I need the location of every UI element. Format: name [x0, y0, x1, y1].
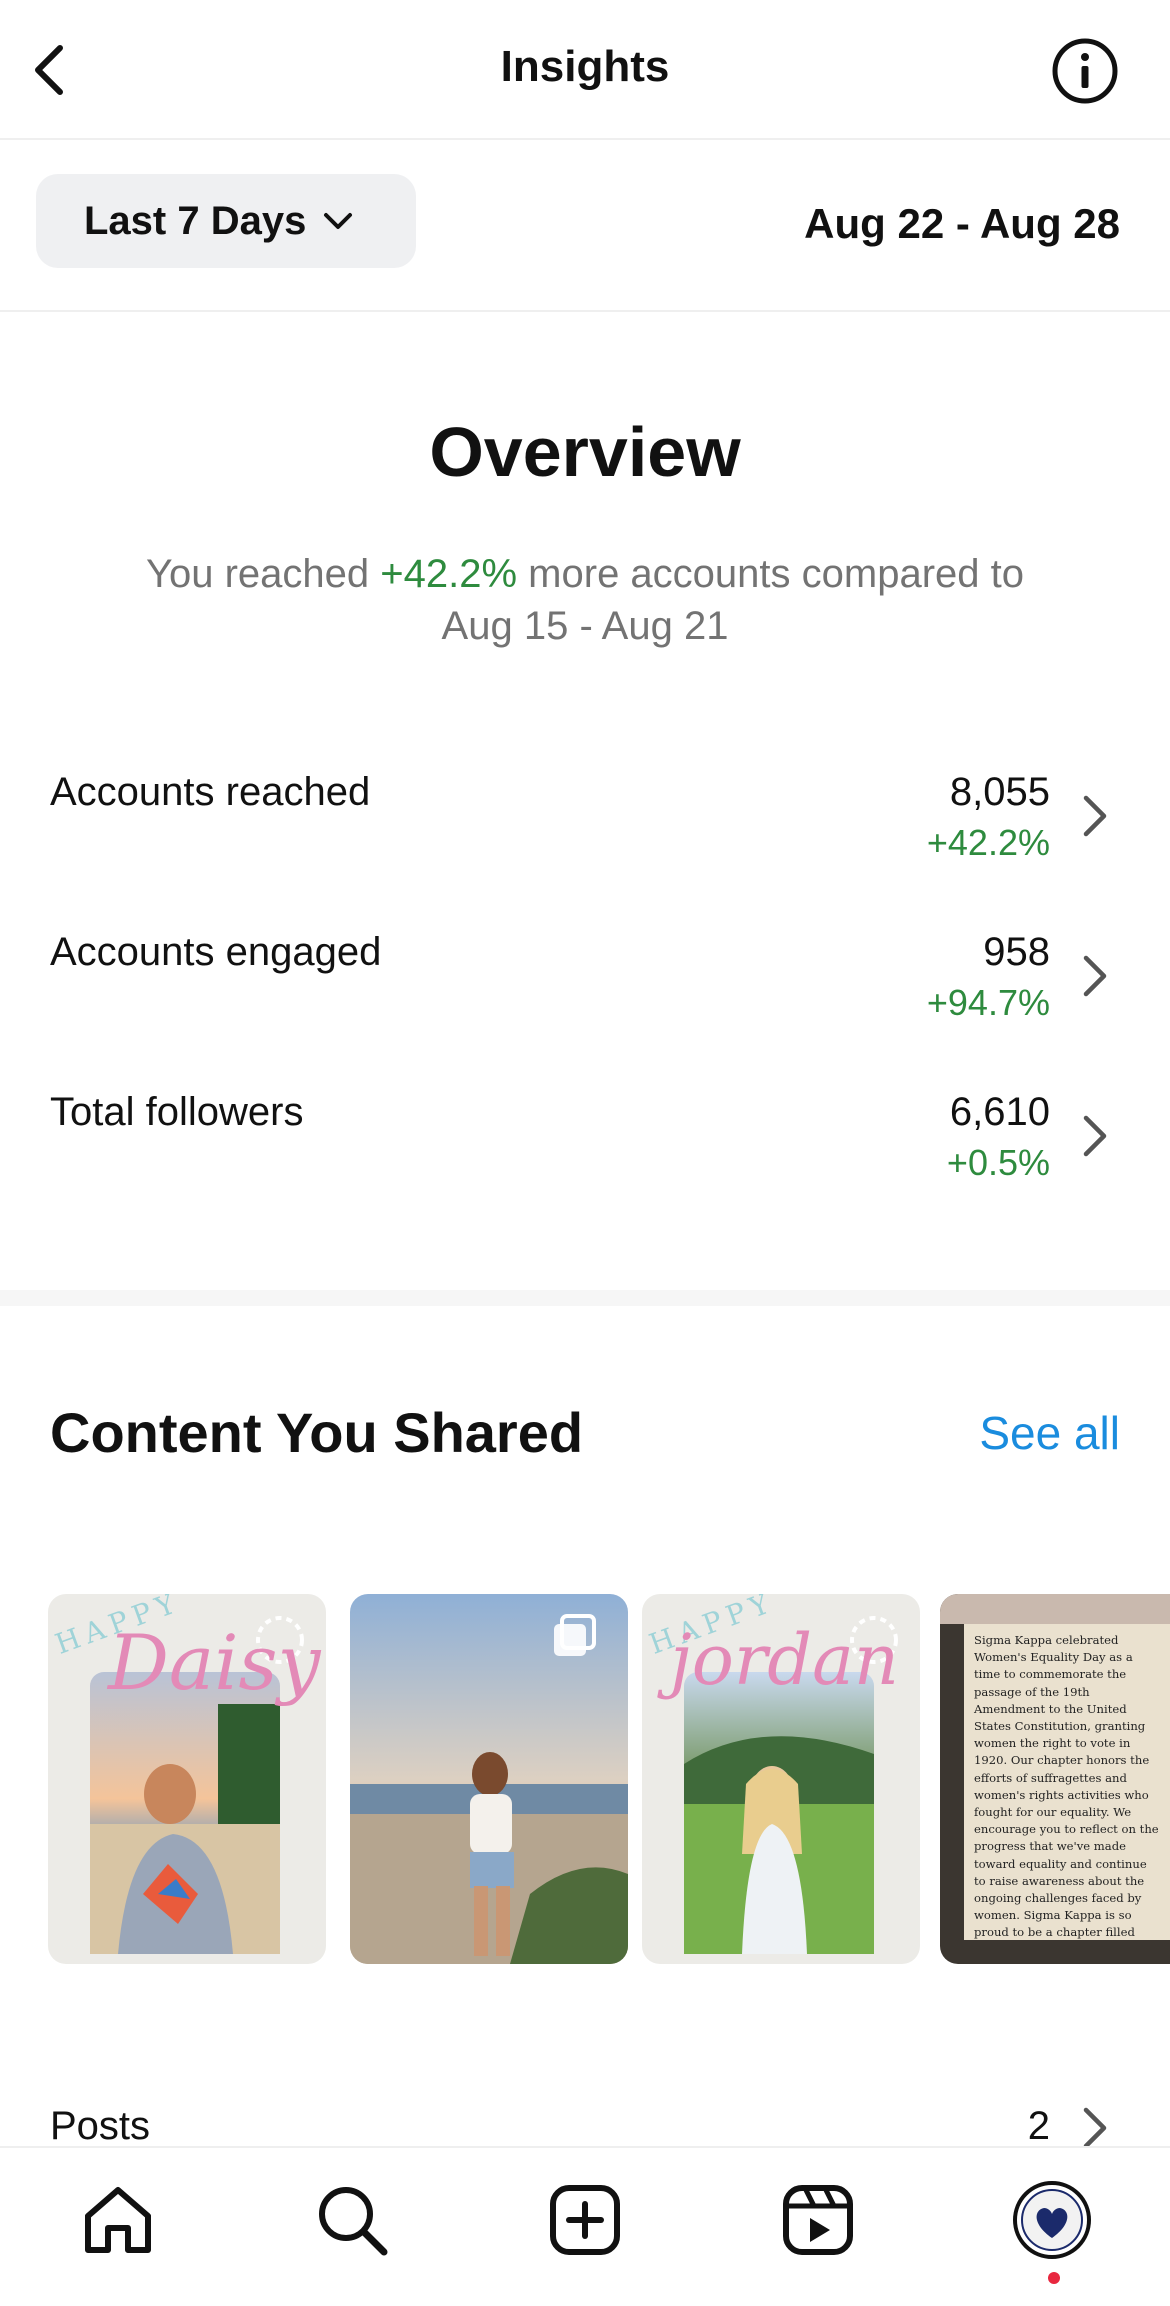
posts-value: 2 — [1027, 2104, 1050, 2148]
section-separator — [0, 1290, 1170, 1306]
content-thumbnail-4[interactable]: Sigma Kappa celebrated Women's Equality … — [940, 1594, 1170, 1964]
chevron-down-icon — [324, 213, 353, 229]
posts-row[interactable] — [0, 2084, 1170, 2146]
chevron-right-icon[interactable] — [1074, 1110, 1114, 1162]
metric-change: +94.7% — [926, 982, 1050, 1023]
overview-title: Overview — [429, 413, 741, 491]
profile-avatar[interactable] — [1012, 2180, 1092, 2260]
metric-label: Accounts engaged — [50, 930, 382, 974]
reels-icon[interactable] — [778, 2180, 858, 2260]
chevron-right-icon[interactable] — [1074, 950, 1114, 1002]
thumbnail-name-daisy: Daisy — [106, 1618, 322, 1707]
content-thumbnail-3[interactable]: HAPPY jordan — [642, 1594, 920, 1964]
info-icon[interactable] — [1050, 36, 1120, 106]
date-range-dropdown-label: Last 7 Days — [84, 198, 307, 243]
beach-post-photo — [350, 1594, 628, 1964]
page-title: Insights — [500, 42, 670, 91]
thumbnail-flag-strip — [940, 1594, 1170, 1624]
content-thumbnail-1[interactable]: HAPPY Daisy — [48, 1594, 326, 1964]
metric-value: 958 — [983, 930, 1050, 974]
daisy-post-illustration: HAPPY Daisy — [51, 1594, 322, 1954]
overview-summary: You reached +42.2% more accounts compare… — [110, 548, 1060, 652]
date-range-text: Aug 22 - Aug 28 — [804, 200, 1120, 247]
notification-dot — [1048, 2272, 1060, 2284]
thumbnail-name-jordan: jordan — [657, 1619, 899, 1701]
content-section-title: Content You Shared — [50, 1401, 584, 1464]
posts-label: Posts — [50, 2104, 151, 2148]
metric-label: Accounts reached — [50, 770, 371, 814]
metric-label: Total followers — [50, 1090, 304, 1134]
content-thumbnail-2[interactable] — [350, 1594, 628, 1964]
metric-change: +0.5% — [946, 1142, 1050, 1183]
metric-value: 8,055 — [949, 770, 1050, 814]
search-icon[interactable] — [312, 2180, 392, 2260]
create-post-icon[interactable] — [545, 2180, 625, 2260]
home-icon[interactable] — [78, 2180, 158, 2260]
overview-summary-change: +42.2% — [380, 552, 518, 596]
overview-summary-suffix: more accounts compared to Aug 15 - Aug 2… — [441, 552, 1024, 648]
metric-change: +42.2% — [926, 822, 1050, 863]
overview-summary-prefix: You reached — [146, 552, 381, 596]
divider — [0, 310, 1170, 312]
chevron-right-icon[interactable] — [1074, 790, 1114, 842]
date-range-dropdown[interactable]: Last 7 Days — [36, 174, 416, 268]
see-all-link[interactable]: See all — [979, 1406, 1120, 1460]
jordan-post-illustration: HAPPY jordan — [645, 1594, 899, 1954]
thumbnail-text: Sigma Kappa celebrated Women's Equality … — [964, 1624, 1170, 1940]
metric-value: 6,610 — [949, 1090, 1050, 1134]
